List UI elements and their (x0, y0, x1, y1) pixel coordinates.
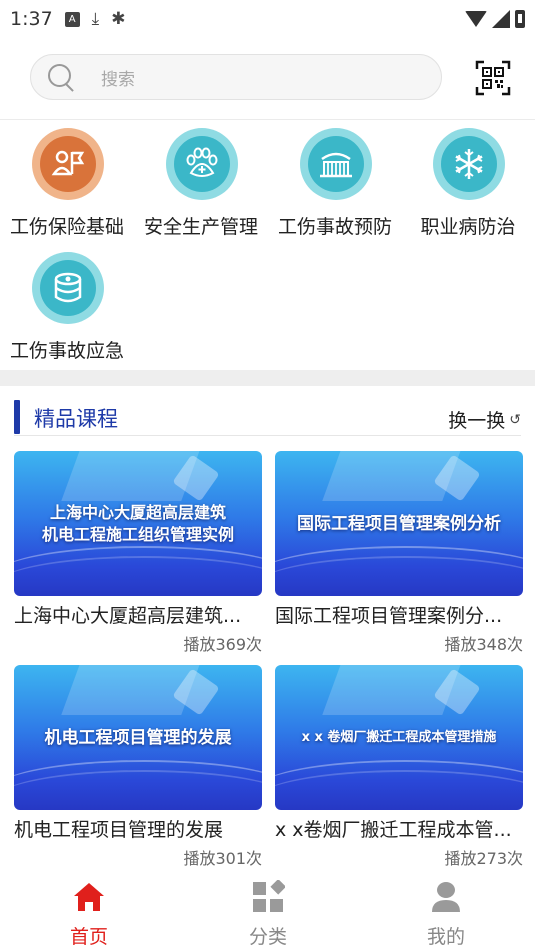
search-input[interactable]: 搜索 (30, 54, 442, 100)
category-label: 工伤事故应急 (9, 340, 124, 362)
section-accent-bar (14, 400, 20, 434)
nav-label: 分类 (248, 926, 287, 948)
nav-category[interactable]: 分类 (208, 876, 328, 948)
bottom-navigation: 首页 分类 我的 (0, 876, 535, 952)
battery-icon (515, 10, 525, 28)
category-occupational-disease[interactable]: 职业病防治 (401, 128, 535, 238)
fence-prevention-icon (300, 128, 372, 200)
wifi-icon (465, 11, 487, 27)
thumbnail-title-line: x x 卷烟厂搬迁工程成本管理措施 (301, 729, 497, 745)
status-bar: 1:37 A ⤓ ✱ (0, 0, 535, 38)
search-placeholder: 搜索 (101, 69, 135, 90)
course-thumbnail[interactable]: 机电工程项目管理的发展 (14, 665, 262, 810)
course-card[interactable]: 国际工程项目管理案例分析 国际工程项目管理案例分... 播放348次 (275, 451, 523, 666)
status-time: 1:37 (10, 8, 53, 30)
featured-courses-header: 精品课程 换一换 ↺ (14, 398, 521, 436)
nav-home[interactable]: 首页 (29, 876, 149, 948)
download-icon: ⤓ (91, 9, 100, 29)
nav-label: 我的 (426, 926, 465, 948)
refresh-button[interactable]: 换一换 ↺ (448, 406, 521, 433)
category-label: 职业病防治 (420, 216, 516, 238)
course-thumbnail[interactable]: x x 卷烟厂搬迁工程成本管理措施 (275, 665, 523, 810)
nav-label: 首页 (69, 926, 108, 948)
course-title[interactable]: 国际工程项目管理案例分... (275, 601, 523, 628)
signal-icon (492, 10, 510, 28)
play-count: 播放301次 (183, 849, 262, 868)
course-title[interactable]: 机电工程项目管理的发展 (14, 815, 262, 842)
course-card[interactable]: 机电工程项目管理的发展 机电工程项目管理的发展 播放301次 (14, 665, 262, 880)
category-accident-emergency[interactable]: 工伤事故应急 (0, 252, 134, 362)
course-card[interactable]: x x 卷烟厂搬迁工程成本管理措施 x x卷烟厂搬迁工程成本管... 播放273… (275, 665, 523, 880)
notification-a-icon: A (64, 11, 80, 27)
play-count: 播放348次 (444, 635, 523, 654)
snowflake-icon (433, 128, 505, 200)
category-safety-management[interactable]: 安全生产管理 (134, 128, 268, 238)
header-divider (0, 119, 535, 120)
course-thumbnail[interactable]: 上海中心大厦超高层建筑 机电工程施工组织管理实例 (14, 451, 262, 596)
qr-scan-icon[interactable] (475, 60, 511, 96)
category-insurance-basics[interactable]: 工伤保险基础 (0, 128, 134, 238)
course-title[interactable]: 上海中心大厦超高层建筑... (14, 601, 262, 628)
refresh-icon: ↺ (509, 411, 521, 428)
search-icon (47, 63, 75, 91)
search-row: 搜索 (0, 48, 535, 104)
category-grid-icon (253, 879, 286, 912)
category-accident-prevention[interactable]: 工伤事故预防 (268, 128, 402, 238)
category-label: 安全生产管理 (143, 216, 258, 238)
thumbnail-title-line: 国际工程项目管理案例分析 (297, 513, 501, 534)
play-count: 播放369次 (183, 635, 262, 654)
bug-icon: ✱ (111, 9, 126, 29)
refresh-label: 换一换 (448, 410, 506, 432)
category-label: 工伤事故预防 (277, 216, 392, 238)
profile-icon (432, 882, 460, 912)
home-icon (74, 883, 104, 911)
safety-paw-icon (166, 128, 238, 200)
course-thumbnail[interactable]: 国际工程项目管理案例分析 (275, 451, 523, 596)
section-title: 精品课程 (34, 407, 118, 431)
play-count: 播放273次 (444, 849, 523, 868)
course-card[interactable]: 上海中心大厦超高层建筑 机电工程施工组织管理实例 上海中心大厦超高层建筑... … (14, 451, 262, 666)
insurance-person-flag-icon (32, 128, 104, 200)
thumbnail-title-line: 机电工程施工组织管理实例 (41, 524, 234, 544)
thumbnail-title-line: 机电工程项目管理的发展 (44, 727, 232, 748)
category-label: 工伤保险基础 (9, 216, 124, 238)
thumbnail-title-line: 上海中心大厦超高层建筑 (49, 502, 226, 522)
nav-profile[interactable]: 我的 (386, 876, 506, 948)
course-title[interactable]: x x卷烟厂搬迁工程成本管... (275, 815, 523, 842)
section-separator (0, 370, 535, 386)
database-gear-icon (32, 252, 104, 324)
